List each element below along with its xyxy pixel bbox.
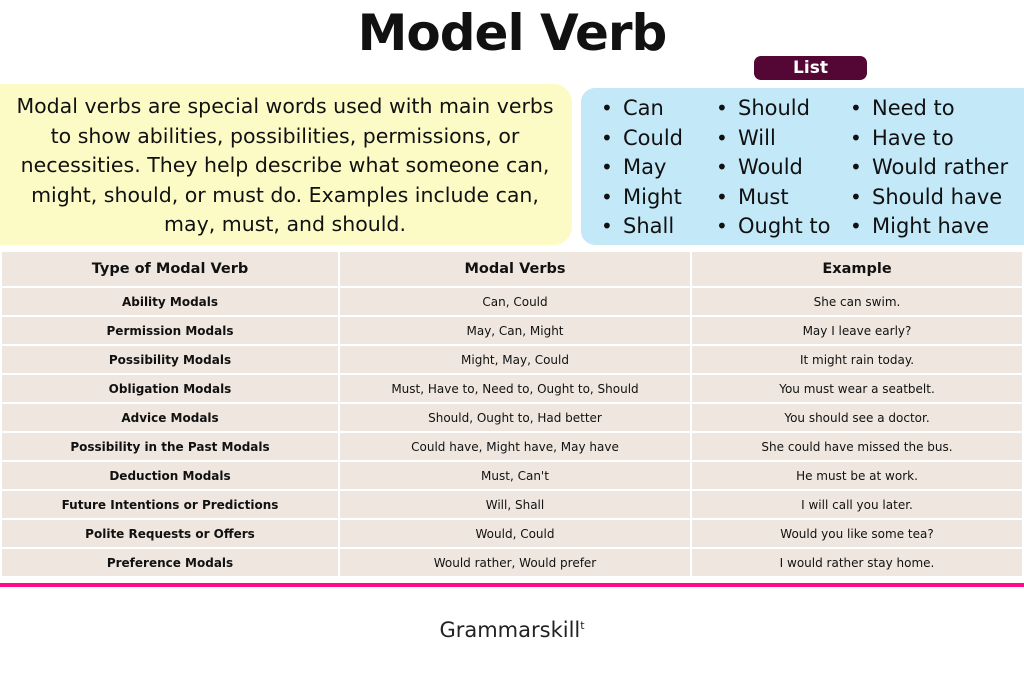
list-item: Might [601, 183, 683, 213]
cell-example: You must wear a seatbelt. [690, 374, 1024, 404]
cell-type: Obligation Modals [0, 374, 340, 404]
table-row: Permission Modals May, Can, Might May I le… [0, 316, 1024, 346]
cell-modal-verbs: Would, Could [338, 519, 692, 549]
cell-modal-verbs: Could have, Might have, May have [338, 432, 692, 462]
table-header-row: Type of Modal Verb Modal Verbs Example [0, 252, 1024, 288]
cell-modal-verbs: Must, Have to, Need to, Ought to, Should [338, 374, 692, 404]
list-item: Should [716, 94, 830, 124]
list-item: Have to [850, 124, 1008, 154]
cell-type: Polite Requests or Offers [0, 519, 340, 549]
cell-modal-verbs: Should, Ought to, Had better [338, 403, 692, 433]
modal-verb-list: CanCouldMayMightShall ShouldWillWouldMus… [581, 88, 1024, 245]
table-row: Deduction Modals Must, Can't He must be at… [0, 461, 1024, 491]
list-item: Could [601, 124, 683, 154]
list-item: Ought to [716, 212, 830, 242]
list-item: Shall [601, 212, 683, 242]
divider-line [0, 583, 1024, 587]
brand-superscript: t [580, 619, 585, 632]
table-row: Future Intentions or Predictions Will, Sh… [0, 490, 1024, 520]
cell-type: Possibility Modals [0, 345, 340, 375]
list-item: Will [716, 124, 830, 154]
list-item: Need to [850, 94, 1008, 124]
cell-example: It might rain today. [690, 345, 1024, 375]
list-column-1: CanCouldMayMightShall [601, 94, 683, 242]
brand-name: Grammarskill [439, 618, 581, 642]
description-box: Modal verbs are special words used with … [0, 84, 572, 245]
list-item: Must [716, 183, 830, 213]
cell-type: Preference Modals [0, 548, 340, 578]
cell-example: Would you like some tea? [690, 519, 1024, 549]
header-type: Type of Modal Verb [0, 252, 340, 288]
cell-example: She could have missed the bus. [690, 432, 1024, 462]
cell-type: Advice Modals [0, 403, 340, 433]
page-title: Model Verb [357, 4, 668, 62]
table-row: Ability Modals Can, Could She can swim. [0, 287, 1024, 317]
cell-modal-verbs: Can, Could [338, 287, 692, 317]
list-item: May [601, 153, 683, 183]
table-row: Possibility Modals Might, May, Could It mi… [0, 345, 1024, 375]
list-badge: List [754, 56, 867, 80]
table-row: Preference Modals Would rather, Would pre… [0, 548, 1024, 578]
header-example: Example [690, 252, 1024, 288]
list-item: Can [601, 94, 683, 124]
list-column-2: ShouldWillWouldMustOught to [716, 94, 830, 242]
cell-example: She can swim. [690, 287, 1024, 317]
header-modal-verbs: Modal Verbs [338, 252, 692, 288]
cell-type: Permission Modals [0, 316, 340, 346]
cell-example: I would rather stay home. [690, 548, 1024, 578]
cell-example: You should see a doctor. [690, 403, 1024, 433]
table-row: Possibility in the Past Modals Could have… [0, 432, 1024, 462]
list-item: Would rather [850, 153, 1008, 183]
cell-modal-verbs: May, Can, Might [338, 316, 692, 346]
cell-type: Deduction Modals [0, 461, 340, 491]
list-item: Should have [850, 183, 1008, 213]
table-row: Advice Modals Should, Ought to, Had bette… [0, 403, 1024, 433]
table-row: Polite Requests or Offers Would, Could Wou… [0, 519, 1024, 549]
cell-modal-verbs: Must, Can't [338, 461, 692, 491]
footer-brand: Grammarskillt [0, 618, 1024, 642]
cell-modal-verbs: Would rather, Would prefer [338, 548, 692, 578]
cell-type: Ability Modals [0, 287, 340, 317]
cell-modal-verbs: Will, Shall [338, 490, 692, 520]
cell-example: May I leave early? [690, 316, 1024, 346]
cell-type: Possibility in the Past Modals [0, 432, 340, 462]
table-row: Obligation Modals Must, Have to, Need to,… [0, 374, 1024, 404]
list-item: Might have [850, 212, 1008, 242]
list-item: Would [716, 153, 830, 183]
cell-modal-verbs: Might, May, Could [338, 345, 692, 375]
cell-example: He must be at work. [690, 461, 1024, 491]
modal-verb-table: Type of Modal Verb Modal Verbs Example A… [0, 252, 1024, 578]
cell-type: Future Intentions or Predictions [0, 490, 340, 520]
cell-example: I will call you later. [690, 490, 1024, 520]
list-column-3: Need toHave toWould ratherShould haveMig… [850, 94, 1008, 242]
